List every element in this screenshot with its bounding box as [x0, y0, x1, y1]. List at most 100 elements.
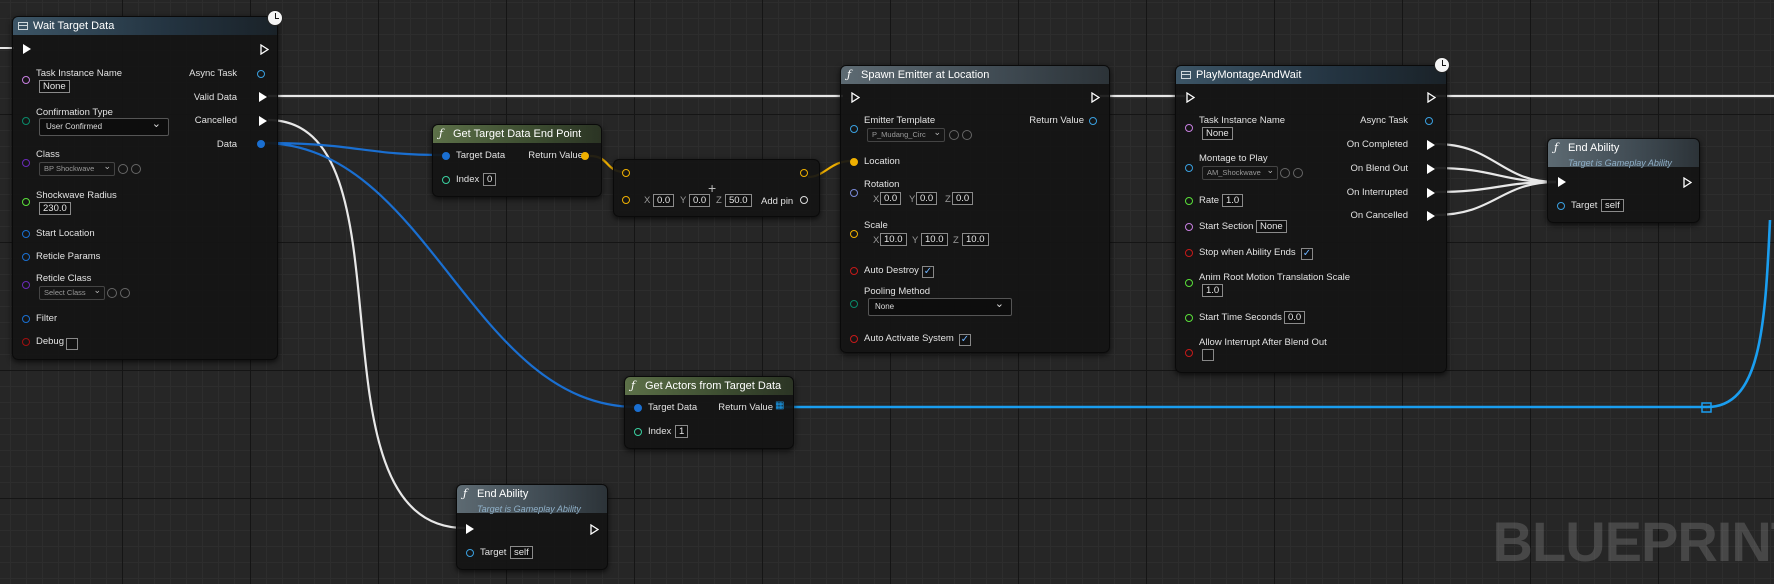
target-data-pin[interactable]: [442, 152, 450, 160]
montage-pin[interactable]: [1185, 164, 1193, 172]
rotation-pin[interactable]: [850, 189, 858, 197]
task-instance-name-field[interactable]: None: [39, 80, 70, 93]
exec-in-pin[interactable]: [466, 524, 474, 534]
debug-pin[interactable]: [22, 338, 30, 346]
on-cancelled-exec-pin[interactable]: [1427, 211, 1435, 221]
on-interrupted-exec-pin[interactable]: [1427, 188, 1435, 198]
y-field[interactable]: 0.0: [689, 194, 711, 207]
confirmation-type-dropdown[interactable]: User Confirmed: [39, 116, 169, 136]
wire-on-completed[interactable]: [1434, 142, 1557, 184]
on-blend-out-exec-pin[interactable]: [1427, 164, 1435, 174]
exec-out-pin[interactable]: [1683, 177, 1692, 188]
debug-checkbox[interactable]: [66, 338, 78, 350]
vector-in-pin-a[interactable]: [622, 169, 630, 177]
start-location-pin[interactable]: [22, 230, 30, 238]
reticle-params-pin[interactable]: [22, 253, 30, 261]
emitter-template-dropdown[interactable]: P_Mudang_Circ: [867, 128, 945, 142]
index-field[interactable]: 0: [483, 173, 497, 186]
data-pin[interactable]: [257, 140, 265, 148]
stop-when-ends-checkbox[interactable]: ✓: [1301, 248, 1313, 260]
return-value-pin[interactable]: [1089, 117, 1097, 125]
use-selected-icon[interactable]: [949, 130, 959, 140]
use-selected-icon[interactable]: [107, 288, 117, 298]
enum-pin[interactable]: [22, 117, 30, 125]
start-time-pin[interactable]: [1185, 314, 1193, 322]
exec-in-pin[interactable]: [851, 92, 860, 103]
rate-field[interactable]: 1.0: [1222, 194, 1244, 207]
rotation-x-field[interactable]: 0.0: [880, 192, 902, 205]
stop-when-ends-pin[interactable]: [1185, 249, 1193, 257]
auto-destroy-checkbox[interactable]: ✓: [922, 266, 934, 278]
target-field[interactable]: self: [510, 546, 533, 559]
target-field[interactable]: self: [1601, 199, 1624, 212]
start-section-pin[interactable]: [1185, 223, 1193, 231]
node-vector-add[interactable]: + X 0.0 Y 0.0 Z 50.0 Add pin: [613, 159, 820, 217]
class-pin[interactable]: [22, 159, 30, 167]
class-dropdown[interactable]: BP Shockwave: [39, 162, 115, 176]
async-task-pin[interactable]: [257, 70, 265, 78]
task-instance-name-field[interactable]: None: [1202, 127, 1233, 140]
exec-in-pin[interactable]: [23, 44, 31, 54]
pooling-method-dropdown[interactable]: None: [868, 296, 1012, 316]
browse-icon[interactable]: [120, 288, 130, 298]
filter-pin[interactable]: [22, 315, 30, 323]
async-task-pin[interactable]: [1425, 117, 1433, 125]
exec-out-pin[interactable]: [1427, 92, 1436, 103]
node-header[interactable]: ƒ End Ability Target is Gameplay Ability: [1548, 139, 1699, 168]
index-pin[interactable]: [442, 176, 450, 184]
x-field[interactable]: 0.0: [653, 194, 675, 207]
scale-x-field[interactable]: 10.0: [880, 233, 907, 246]
node-end-ability-right[interactable]: ƒ End Ability Target is Gameplay Ability…: [1547, 138, 1700, 223]
exec-out-pin[interactable]: [1091, 92, 1100, 103]
add-pin-label[interactable]: Add pin: [761, 196, 793, 207]
shockwave-radius-field[interactable]: 230.0: [39, 202, 71, 215]
name-pin[interactable]: [22, 76, 30, 84]
node-header[interactable]: ƒ Get Target Data End Point: [433, 125, 601, 143]
start-time-field[interactable]: 0.0: [1284, 311, 1306, 324]
exec-in-pin[interactable]: [1186, 92, 1195, 103]
valid-data-exec-pin[interactable]: [259, 92, 267, 102]
auto-destroy-pin[interactable]: [850, 267, 858, 275]
on-completed-exec-pin[interactable]: [1427, 140, 1435, 150]
auto-activate-checkbox[interactable]: ✓: [959, 334, 971, 346]
scale-pin[interactable]: [850, 230, 858, 238]
exec-out-pin[interactable]: [590, 524, 599, 535]
pooling-method-pin[interactable]: [850, 300, 858, 308]
target-pin[interactable]: [466, 549, 474, 557]
montage-dropdown[interactable]: AM_Shockwave: [1202, 166, 1278, 180]
return-value-pin[interactable]: [581, 152, 589, 160]
reticle-class-pin[interactable]: [22, 281, 30, 289]
allow-interrupt-pin[interactable]: [1185, 349, 1193, 357]
target-pin[interactable]: [1557, 202, 1565, 210]
scale-y-field[interactable]: 10.0: [921, 233, 948, 246]
vector-in-pin-b[interactable]: [622, 196, 630, 204]
use-selected-icon[interactable]: [1280, 168, 1290, 178]
node-end-ability-bottom[interactable]: ƒ End Ability Target is Gameplay Ability…: [456, 484, 608, 570]
node-header[interactable]: ƒ Get Actors from Target Data: [625, 377, 793, 395]
rotation-y-field[interactable]: 0.0: [916, 192, 938, 205]
node-header[interactable]: Wait Target Data: [13, 17, 277, 35]
start-section-field[interactable]: None: [1256, 220, 1287, 233]
exec-in-pin[interactable]: [1558, 177, 1566, 187]
rotation-z-field[interactable]: 0.0: [952, 192, 974, 205]
index-pin[interactable]: [634, 428, 642, 436]
anim-root-pin[interactable]: [1185, 279, 1193, 287]
rate-pin[interactable]: [1185, 197, 1193, 205]
exec-out-pin[interactable]: [260, 44, 269, 55]
node-play-montage-and-wait[interactable]: PlayMontageAndWait Task Instance Name No…: [1175, 65, 1447, 373]
anim-root-field[interactable]: 1.0: [1202, 284, 1224, 297]
use-selected-icon[interactable]: [118, 164, 128, 174]
location-pin[interactable]: [850, 158, 858, 166]
task-instance-name-pin[interactable]: [1185, 124, 1193, 132]
node-header[interactable]: ƒ Spawn Emitter at Location: [841, 66, 1109, 84]
node-spawn-emitter-at-location[interactable]: ƒ Spawn Emitter at Location Emitter Temp…: [840, 65, 1110, 353]
node-wait-target-data[interactable]: Wait Target Data Task Instance Name None…: [12, 16, 278, 360]
scale-z-field[interactable]: 10.0: [962, 233, 989, 246]
node-get-target-data-end-point[interactable]: ƒ Get Target Data End Point Target Data …: [432, 124, 602, 197]
allow-interrupt-checkbox[interactable]: [1202, 349, 1214, 361]
browse-icon[interactable]: [1293, 168, 1303, 178]
browse-icon[interactable]: [131, 164, 141, 174]
browse-icon[interactable]: [962, 130, 972, 140]
add-pin-icon[interactable]: [800, 196, 808, 204]
emitter-template-pin[interactable]: [850, 125, 858, 133]
